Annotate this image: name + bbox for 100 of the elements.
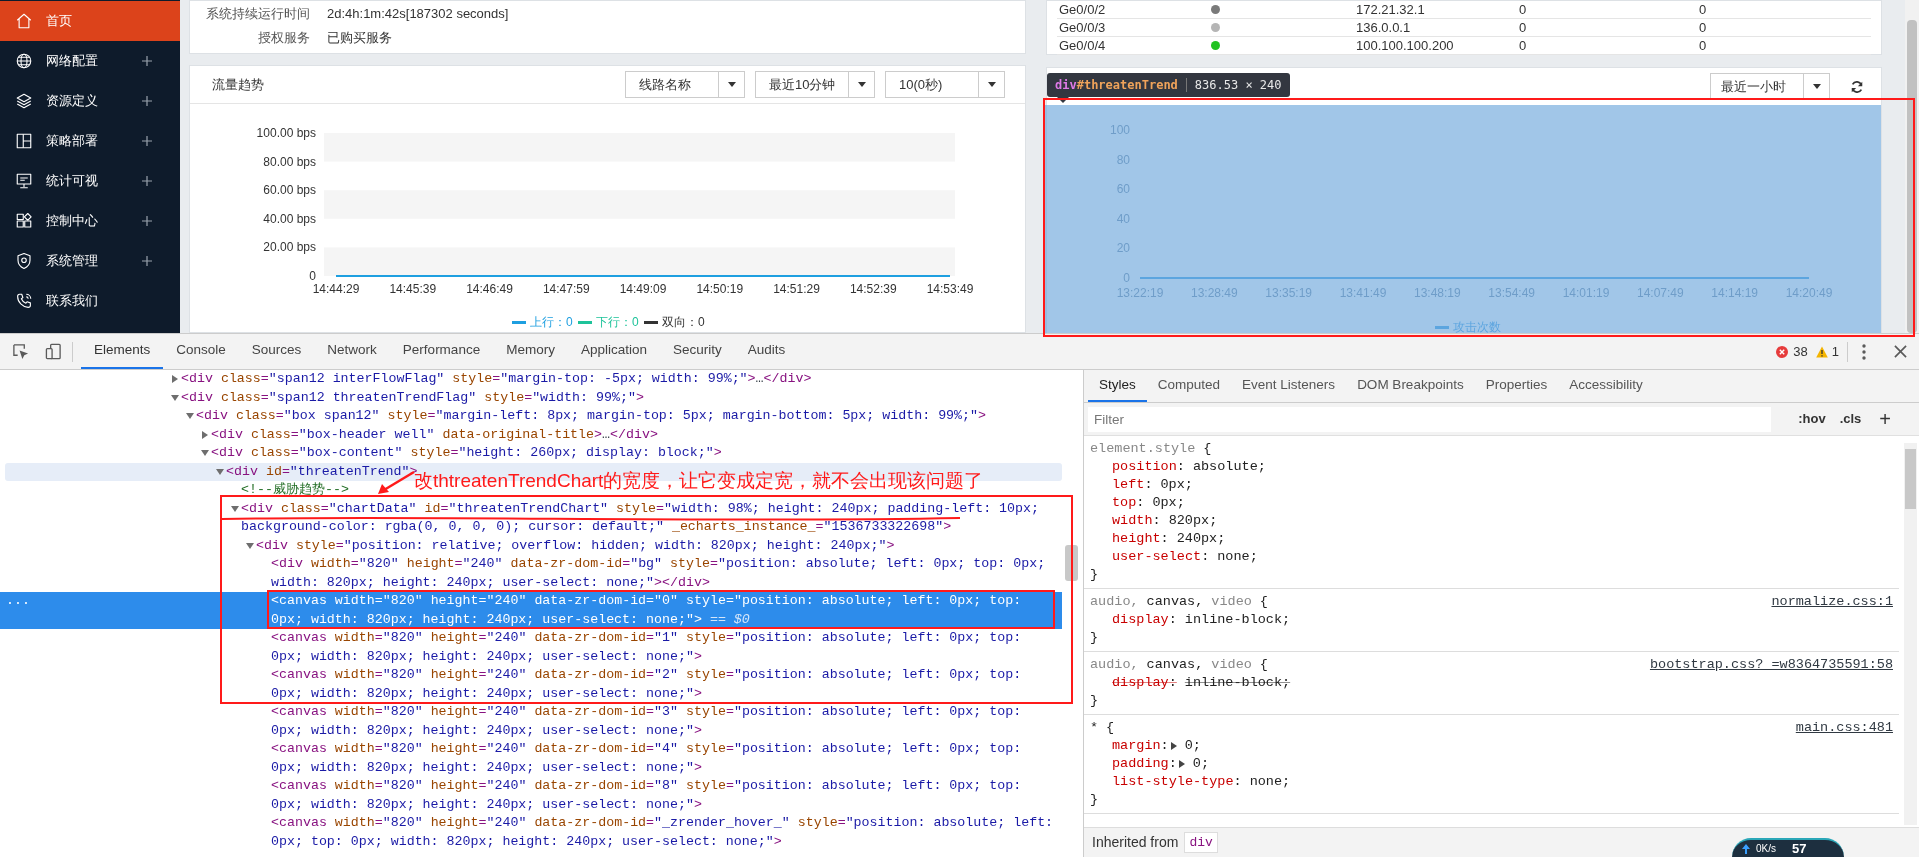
devtools-tab[interactable]: Sources: [238, 334, 315, 369]
css-property[interactable]: padding:: [1112, 755, 1177, 773]
sidebar-item[interactable]: 资源定义: [0, 81, 180, 121]
expand-plus-icon[interactable]: [142, 96, 152, 106]
css-value[interactable]: absolute;: [1192, 458, 1266, 476]
dom-node-markup[interactable]: <div class="chartData" id="threatenTrendChart" style="width: 98%; height: 240px; padding-left: 10px; background-color: rgba(0, 0, 0, 0); cursor: default;" _echarts_instance_="1536733322698">: [241, 499, 1058, 537]
devtools-tab[interactable]: Console: [163, 334, 239, 369]
css-property[interactable]: width:: [1112, 512, 1161, 530]
expand-triangle-icon[interactable]: [1178, 760, 1185, 768]
sidebar-item[interactable]: 统计可视: [0, 161, 180, 201]
legend-swatch[interactable]: [644, 321, 658, 324]
css-property[interactable]: display:: [1112, 674, 1177, 692]
toolbar-button[interactable]: .cls: [1839, 409, 1862, 429]
css-property[interactable]: top:: [1112, 494, 1145, 512]
dom-node-markup[interactable]: <div class="span12 interFlowFlag" style="margin-top: -5px; width: 99%;">…</div>: [181, 370, 812, 389]
sidebar-tab[interactable]: DOM Breakpoints: [1346, 370, 1475, 402]
dropdown-select[interactable]: 10(0秒): [885, 71, 1005, 98]
css-value[interactable]: none;: [1217, 548, 1258, 566]
css-property[interactable]: position:: [1112, 458, 1185, 476]
collapse-triangle-icon[interactable]: [231, 504, 239, 513]
css-value[interactable]: 240px;: [1176, 530, 1226, 548]
collapse-triangle-icon[interactable]: [216, 467, 224, 476]
css-value[interactable]: 0px;: [1160, 476, 1193, 494]
collapse-triangle-icon[interactable]: [186, 412, 194, 420]
css-value[interactable]: 0;: [1192, 755, 1210, 773]
dom-node-markup[interactable]: <div class="box-content" style="height: 260px; display: block;">: [211, 444, 722, 463]
warning-count[interactable]: 1: [1831, 341, 1839, 362]
filter-field[interactable]: Filter: [1088, 406, 1771, 432]
css-property[interactable]: display:: [1112, 611, 1177, 629]
sidebar-item[interactable]: 联系我们: [0, 281, 180, 321]
dropdown-select[interactable]: 线路名称: [625, 71, 745, 98]
dom-node-markup[interactable]: <canvas width="820" height="240" data-zr-dom-id="3" style="position: absolute; left: 0px; top: 0px; width: 820px; height: 240px; user-select: none;">: [271, 703, 1058, 740]
scrollbar[interactable]: [1905, 0, 1919, 333]
dom-node-markup[interactable]: <div class="box-header well" data-original-title>…</div>: [211, 425, 658, 444]
expand-plus-icon[interactable]: [142, 56, 152, 66]
source-link[interactable]: bootstrap.css?_=w8364735591:58: [1649, 656, 1893, 674]
scrollbar[interactable]: [1904, 443, 1917, 825]
toolbar-button[interactable]: +: [1879, 404, 1891, 434]
devtools-tab[interactable]: Elements: [81, 334, 164, 369]
device-toolbar-icon[interactable]: [45, 343, 62, 360]
source-link[interactable]: main.css:481: [1795, 719, 1893, 737]
inspect-element-icon[interactable]: [12, 343, 29, 360]
css-property[interactable]: left:: [1112, 476, 1153, 494]
css-property[interactable]: margin:: [1112, 737, 1169, 755]
dom-node-markup[interactable]: <canvas width="820" height="240" data-zr-dom-id="1" style="position: absolute; left: 0px; top: 0px; width: 820px; height: 240px; user-select: none;">: [271, 629, 1058, 666]
node-link[interactable]: div: [1184, 831, 1218, 854]
expand-plus-icon[interactable]: [142, 216, 152, 226]
sidebar-item[interactable]: 系统管理: [0, 241, 180, 281]
toolbar-button[interactable]: :hov: [1798, 409, 1826, 429]
devtools-tab[interactable]: Audits: [734, 334, 799, 369]
dropdown-select[interactable]: 最近一小时: [1710, 73, 1830, 100]
devtools-tab[interactable]: Security: [659, 334, 735, 369]
error-icon[interactable]: [1776, 345, 1789, 358]
close-icon[interactable]: [1894, 345, 1907, 358]
sidebar-tab[interactable]: Properties: [1474, 370, 1559, 402]
warning-icon[interactable]: [1815, 345, 1828, 358]
legend-swatch[interactable]: [578, 321, 592, 324]
collapse-triangle-icon[interactable]: [246, 541, 254, 550]
dom-node-markup[interactable]: <canvas width="820" height="240" data-zr-dom-id="4" style="position: absolute; left: 0px; top: 0px; width: 820px; height: 240px; user-select: none;">: [271, 740, 1058, 777]
more-menu-icon[interactable]: [1862, 343, 1866, 360]
css-value[interactable]: 0;: [1184, 737, 1201, 755]
sidebar-tab[interactable]: Computed: [1146, 370, 1232, 402]
dom-node-markup[interactable]: <div class="span12 threatenTrendFlag" style="width: 99%;">: [181, 388, 644, 407]
legend-swatch[interactable]: [1435, 326, 1449, 329]
dropdown-select[interactable]: 最近10分钟: [755, 71, 875, 98]
dom-node-markup[interactable]: <canvas width="820" height="240" data-zr-dom-id="_zrender_hover_" style="position: absolute; left: 0px; top: 0px; width: 820px; height: 240px; user-select: none;">: [271, 814, 1058, 851]
expand-plus-icon[interactable]: [142, 256, 152, 266]
css-value[interactable]: none;: [1249, 773, 1291, 791]
dom-node-markup[interactable]: <div width="820" height="240" data-zr-dom-id="bg" style="position: absolute; left: 0px; top: 0px; width: 820px; height: 240px; user-select: none;"></div>: [271, 555, 1058, 592]
error-count[interactable]: 38: [1793, 341, 1808, 362]
dom-node-markup[interactable]: <div class="box span12" style="margin-left: 8px; margin-top: 5px; margin-bottom: 5px; width: 99%;">: [196, 407, 987, 426]
css-property[interactable]: list-style-type:: [1112, 773, 1242, 791]
sidebar-tab[interactable]: Accessibility: [1558, 370, 1654, 402]
css-property[interactable]: height:: [1112, 530, 1169, 548]
devtools-tab[interactable]: Network: [314, 334, 390, 369]
expand-triangle-icon[interactable]: [171, 375, 179, 383]
legend-label[interactable]: 双向：0: [662, 315, 705, 329]
refresh-icon[interactable]: [1850, 79, 1864, 94]
dom-node-markup[interactable]: <canvas width="820" height="240" data-zr-dom-id="8" style="position: absolute; left: 0px; top: 0px; width: 820px; height: 240px; user-select: none;">: [271, 777, 1058, 814]
collapse-triangle-icon[interactable]: [201, 449, 209, 457]
sidebar-tab[interactable]: Event Listeners: [1231, 370, 1347, 402]
dom-node-markup[interactable]: <div style="position: relative; overflow: hidden; width: 820px; height: 240px;">: [256, 536, 895, 555]
expand-plus-icon[interactable]: [142, 176, 152, 186]
legend-swatch[interactable]: [512, 321, 526, 324]
sidebar-item[interactable]: 网络配置: [0, 41, 180, 81]
devtools-tab[interactable]: Performance: [389, 334, 494, 369]
source-link[interactable]: normalize.css:1: [1771, 593, 1893, 611]
sidebar-item[interactable]: 首页: [0, 1, 180, 41]
expand-triangle-icon[interactable]: [1170, 742, 1177, 750]
css-value[interactable]: 0px;: [1152, 494, 1185, 512]
css-value[interactable]: 820px;: [1168, 512, 1218, 530]
sidebar-item[interactable]: 控制中心: [0, 201, 180, 241]
devtools-tab[interactable]: Memory: [493, 334, 568, 369]
sidebar-item[interactable]: 策略部署: [0, 121, 180, 161]
css-value[interactable]: inline-block;: [1184, 611, 1291, 629]
css-value[interactable]: inline-block;: [1184, 674, 1291, 692]
css-property[interactable]: user-select:: [1112, 548, 1210, 566]
expand-triangle-icon[interactable]: [201, 430, 209, 439]
devtools-tab[interactable]: Application: [567, 334, 660, 369]
dom-node-markup[interactable]: <canvas width="820" height="240" data-zr-dom-id="2" style="position: absolute; left: 0px; top: 0px; width: 820px; height: 240px; user-select: none;">: [271, 666, 1058, 703]
